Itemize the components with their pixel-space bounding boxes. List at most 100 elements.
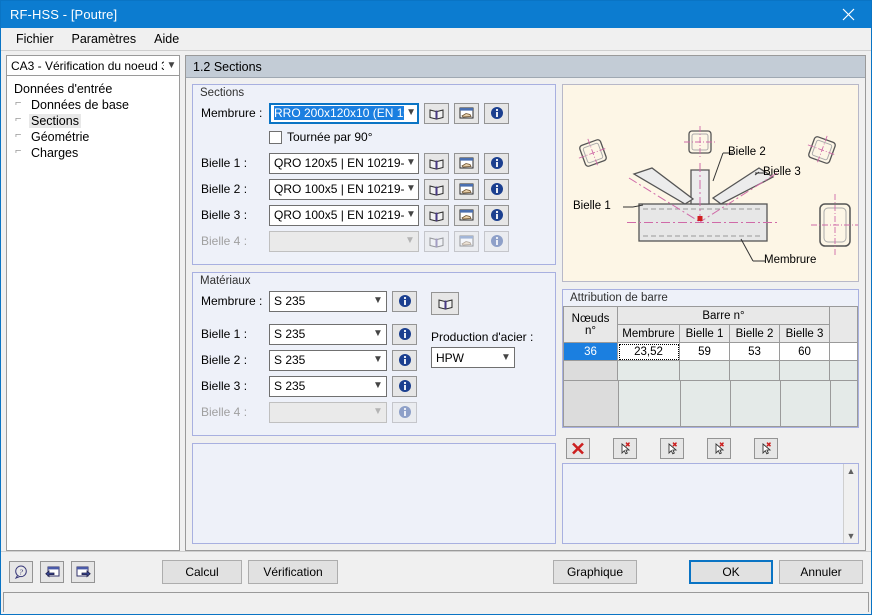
info-icon <box>490 235 503 247</box>
cell-bielle1[interactable]: 59 <box>679 342 730 361</box>
annuler-button[interactable]: Annuler <box>779 560 863 584</box>
material-combo-bielle1[interactable]: S 235 ▼ <box>269 323 387 345</box>
cell-bielle3-empty[interactable] <box>779 360 830 381</box>
import-button-membrure[interactable] <box>454 102 479 124</box>
section-row-bielle2: Bielle 2 : QRO 100x5 | EN 10219-2:2 ▼ <box>201 178 547 200</box>
header-col-membrure: Membrure <box>617 324 680 343</box>
section-combo-bielle2[interactable]: QRO 100x5 | EN 10219-2:2 ▼ <box>269 178 419 200</box>
material-row-bielle2: Bielle 2 : S 235 ▼ <box>201 349 417 371</box>
sidebar-item-charges[interactable]: ⌐ Charges <box>7 145 179 161</box>
calcul-button[interactable]: Calcul <box>162 560 242 584</box>
rotate-checkbox[interactable] <box>269 130 282 144</box>
chevron-down-icon[interactable]: ▼ <box>847 531 856 541</box>
ok-button[interactable]: OK <box>689 560 773 584</box>
close-button[interactable] <box>826 1 871 28</box>
chevron-down-icon: ▼ <box>166 59 177 71</box>
section-combo-membrure[interactable]: RRO 200x120x10 (EN 1021 ▼ <box>269 102 419 124</box>
library-button-bielle2[interactable] <box>424 178 449 200</box>
menu-item-fichier[interactable]: Fichier <box>7 30 63 48</box>
cell-membrure-empty[interactable] <box>617 360 680 381</box>
import-button-bielle2[interactable] <box>454 178 479 200</box>
section-row-bielle4: Bielle 4 : ▼ <box>201 230 547 252</box>
cell-spare-empty[interactable] <box>829 360 858 381</box>
case-selector-value: CA3 - Vérification du noeud 36 <box>11 58 165 73</box>
info-button-bielle2[interactable] <box>484 178 509 200</box>
sidebar-item-label: Données de base <box>31 98 129 112</box>
previous-window-icon <box>44 566 59 577</box>
cell-bielle1-empty[interactable] <box>679 360 730 381</box>
case-selector[interactable]: CA3 - Vérification du noeud 36 ▼ <box>6 55 180 76</box>
table-row[interactable]: 36 23,52 59 53 60 <box>563 342 858 361</box>
info-button-material-bielle1[interactable] <box>392 323 417 345</box>
tree-branch-icon: ⌐ <box>15 129 22 141</box>
previous-window-button[interactable] <box>40 561 64 583</box>
info-button-bielle3[interactable] <box>484 204 509 226</box>
material-combo-membrure[interactable]: S 235 ▼ <box>269 290 387 312</box>
steel-production-combo[interactable]: HPW ▼ <box>431 347 515 368</box>
cell-spare[interactable] <box>829 342 858 361</box>
material-row-bielle4: Bielle 4 : ▼ <box>201 401 417 423</box>
navigator-pane: CA3 - Vérification du noeud 36 ▼ Données… <box>6 55 180 551</box>
library-book-icon <box>429 210 444 222</box>
material-combo-bielle2[interactable]: S 235 ▼ <box>269 349 387 371</box>
cell-node[interactable]: 36 <box>563 342 618 361</box>
message-listbox[interactable]: ▲ ▼ <box>562 463 859 544</box>
info-icon <box>398 380 411 392</box>
help-button[interactable]: ? <box>9 561 33 583</box>
diagram-label-bielle2: Bielle 2 <box>728 146 766 158</box>
table-row-empty[interactable] <box>563 360 858 381</box>
section-label-bielle2: Bielle 2 : <box>201 182 248 196</box>
delete-row-button[interactable] <box>566 438 590 459</box>
library-button-membrure[interactable] <box>424 102 449 124</box>
chevron-down-icon: ▼ <box>501 351 511 363</box>
material-library-button[interactable] <box>431 292 459 315</box>
cell-bielle2[interactable]: 53 <box>729 342 780 361</box>
sidebar-item-geometrie[interactable]: ⌐ Géométrie <box>7 129 179 145</box>
steel-production-value: HPW <box>436 350 464 365</box>
pick-node-button[interactable] <box>613 438 637 459</box>
header-col-bielle2: Bielle 2 <box>729 324 780 343</box>
chevron-down-icon: ▼ <box>406 107 416 118</box>
cell-bielle2-empty[interactable] <box>729 360 780 381</box>
verification-button[interactable]: Vérification <box>248 560 338 584</box>
import-section-icon <box>459 209 474 220</box>
section-combo-bielle3[interactable]: QRO 100x5 | EN 10219-2:2 ▼ <box>269 204 419 226</box>
navigator-tree: Données d'entrée ⌐ Données de base ⌐ Sec… <box>6 76 180 551</box>
pick-member-2-button[interactable] <box>707 438 731 459</box>
menu-item-parametres[interactable]: Paramètres <box>63 30 146 48</box>
sidebar-item-sections[interactable]: ⌐ Sections <box>7 113 179 129</box>
section-row-membrure: Membrure : RRO 200x120x10 (EN 1021 ▼ <box>201 102 547 124</box>
cell-membrure[interactable]: 23,52 <box>617 342 680 361</box>
pick-member-1-button[interactable] <box>660 438 684 459</box>
sidebar-item-donnees-de-base[interactable]: ⌐ Données de base <box>7 97 179 113</box>
section-row-bielle1: Bielle 1 : QRO 120x5 | EN 10219-2:2 ▼ <box>201 152 547 174</box>
menu-item-aide[interactable]: Aide <box>145 30 188 48</box>
material-combo-bielle3[interactable]: S 235 ▼ <box>269 375 387 397</box>
graphique-button[interactable]: Graphique <box>553 560 637 584</box>
info-button-material-bielle3[interactable] <box>392 375 417 397</box>
section-combo-bielle1[interactable]: QRO 120x5 | EN 10219-2:2 ▼ <box>269 152 419 174</box>
message-listbox-scrollbar[interactable]: ▲ ▼ <box>843 464 858 543</box>
next-window-button[interactable] <box>71 561 95 583</box>
section-label-bielle3: Bielle 3 : <box>201 208 248 222</box>
library-button-bielle3[interactable] <box>424 204 449 226</box>
info-button-membrure[interactable] <box>484 102 509 124</box>
section-label-membrure: Membrure : <box>201 106 263 120</box>
joint-diagram-svg <box>563 85 858 281</box>
cell-node-empty[interactable] <box>563 360 618 381</box>
import-button-bielle3[interactable] <box>454 204 479 226</box>
tree-root-item[interactable]: Données d'entrée <box>7 81 179 97</box>
assignment-table[interactable]: Nœuds n° Barre n° Membrure Bielle 1 Biel… <box>563 306 858 381</box>
chevron-up-icon[interactable]: ▲ <box>847 466 856 476</box>
cell-bielle3[interactable]: 60 <box>779 342 830 361</box>
library-button-bielle1[interactable] <box>424 152 449 174</box>
info-button-material-bielle2[interactable] <box>392 349 417 371</box>
import-button-bielle1[interactable] <box>454 152 479 174</box>
title-bar: RF-HSS - [Poutre] <box>1 1 871 28</box>
info-button-material-membrure[interactable] <box>392 290 417 312</box>
info-icon <box>398 295 411 307</box>
pick-member-3-button[interactable] <box>754 438 778 459</box>
rotate-checkbox-row[interactable]: Tournée par 90° <box>269 128 547 146</box>
info-button-bielle1[interactable] <box>484 152 509 174</box>
material-row-bielle1: Bielle 1 : S 235 ▼ <box>201 323 417 345</box>
